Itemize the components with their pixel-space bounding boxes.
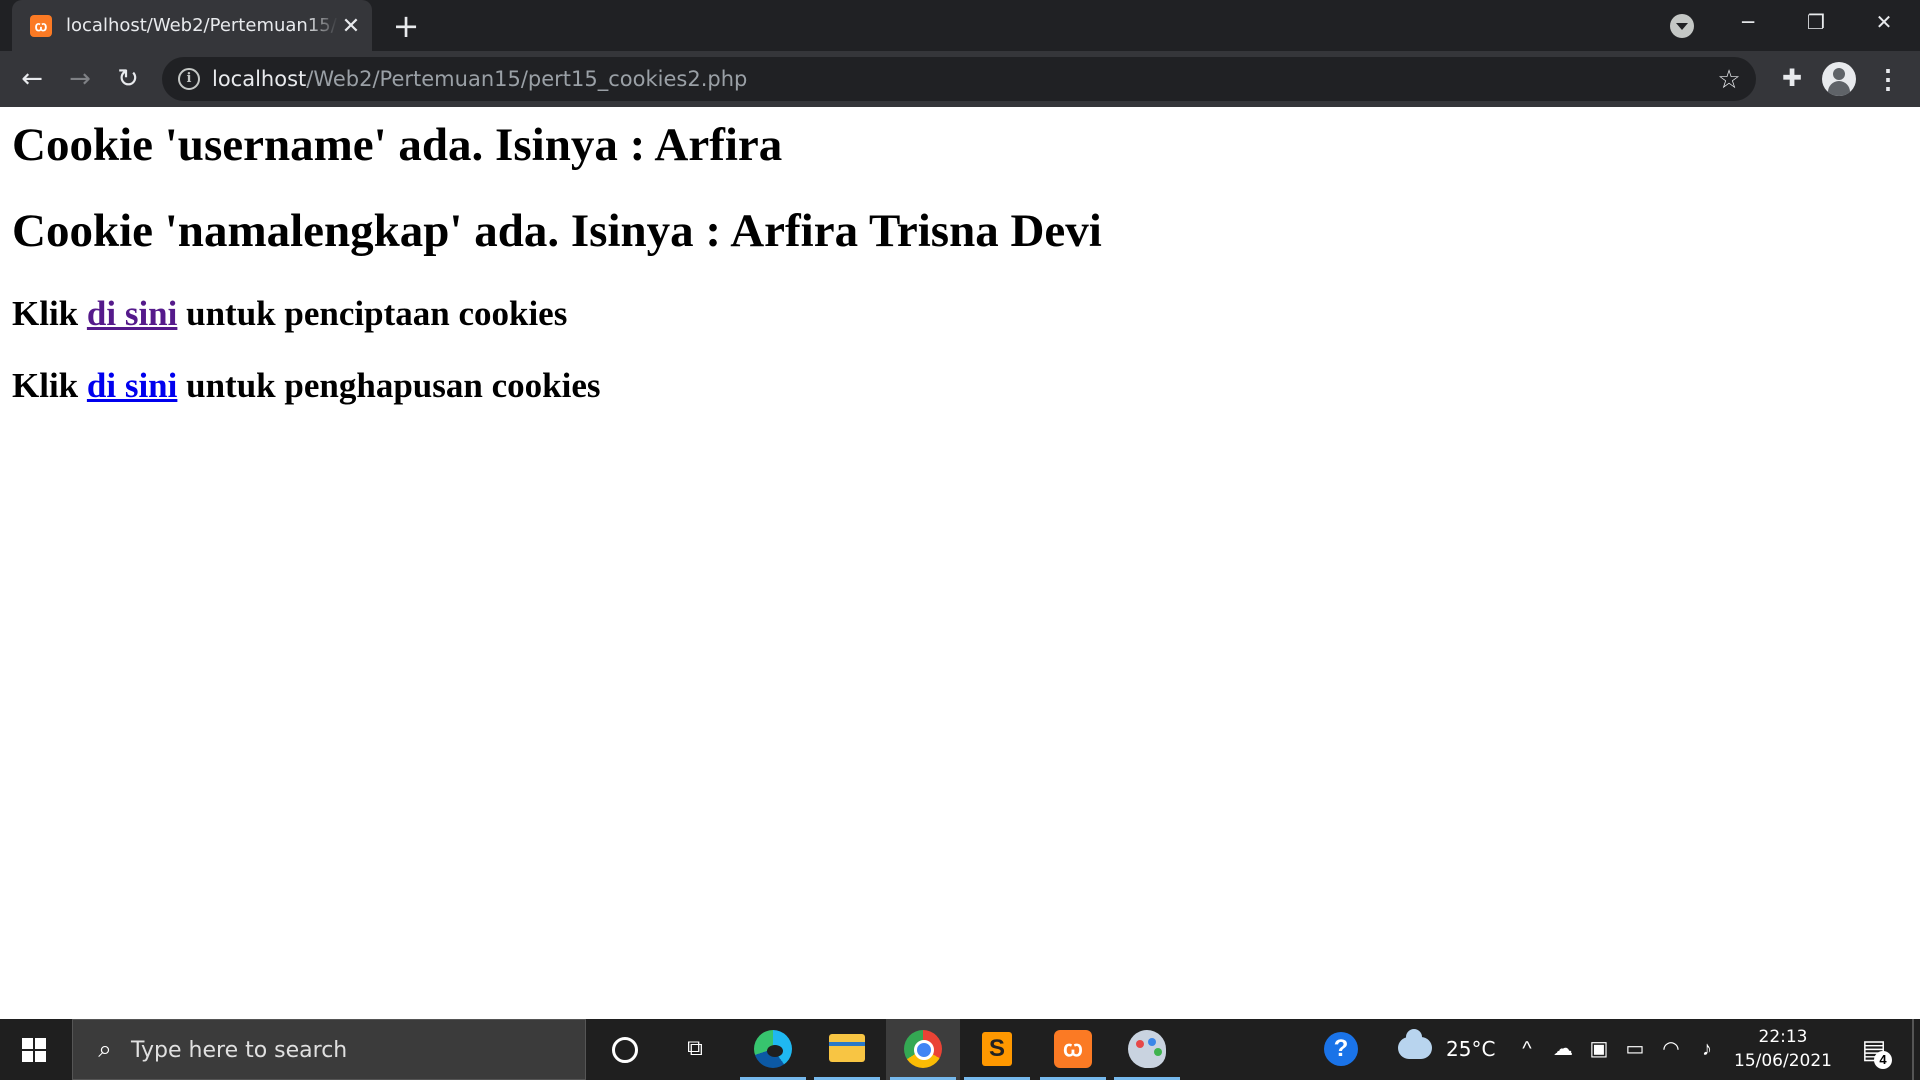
battery-icon[interactable]: ▭ [1620,1033,1650,1065]
file-explorer-icon[interactable] [810,1019,884,1080]
tab-search-icon[interactable] [1670,14,1694,38]
taskbar: ⌕ Type here to search ⧉ S ꞷ ? 25°C ^ ☁ ▣… [0,1019,1920,1080]
windows-start-icon[interactable] [14,1031,58,1069]
notification-count: 4 [1874,1051,1892,1069]
create-cookies-line: Klik di sini untuk penciptaan cookies [12,293,567,335]
xampp-icon[interactable]: ꞷ [1036,1019,1110,1080]
profile-avatar[interactable] [1822,62,1856,96]
show-desktop-button[interactable] [1912,1019,1914,1080]
info-icon[interactable]: i [178,68,200,90]
star-icon[interactable]: ☆ [1714,64,1744,94]
line1-suffix: untuk penciptaan cookies [177,294,568,333]
tab-strip: ꞷ localhost/Web2/Pertemuan15/pert15_cook… [0,0,1920,51]
back-arrow-icon[interactable]: ← [14,61,50,97]
line1-prefix: Klik [12,294,87,333]
close-window-button[interactable]: ✕ [1852,0,1916,44]
browser-toolbar: ← → ↻ i localhost/Web2/Pertemuan15/pert1… [0,51,1920,107]
page-content: Cookie 'username' ada. Isinya : Arfira C… [0,107,1920,1019]
search-icon: ⌕ [98,1036,112,1063]
chrome-icon[interactable] [886,1019,960,1080]
xampp-favicon-icon: ꞷ [30,15,52,37]
browser-tab-active[interactable]: ꞷ localhost/Web2/Pertemuan15/pert15_cook… [12,0,372,51]
onedrive-icon[interactable]: ☁ [1548,1033,1578,1065]
line2-prefix: Klik [12,366,87,405]
search-placeholder: Type here to search [131,1038,348,1063]
kebab-menu-icon[interactable]: ⋮ [1872,63,1904,95]
task-view-icon[interactable]: ⧉ [660,1019,734,1080]
create-cookies-link[interactable]: di sini [87,294,177,333]
weather-cloud-icon[interactable] [1398,1029,1432,1059]
new-tab-button[interactable]: + [390,10,422,42]
line2-suffix: untuk penghapusan cookies [177,366,601,405]
meet-now-icon[interactable]: ▣ [1584,1033,1614,1065]
tab-close-button[interactable]: ✕ [338,13,364,39]
minimize-button[interactable]: ─ [1716,0,1780,44]
chevron-up-icon[interactable]: ^ [1512,1033,1542,1065]
heading-namalengkap-cookie: Cookie 'namalengkap' ada. Isinya : Arfir… [12,205,1102,257]
cortana-icon[interactable] [586,1019,660,1080]
volume-icon[interactable]: ♪ [1692,1033,1722,1065]
paint-icon[interactable] [1110,1019,1184,1080]
address-bar[interactable]: i localhost/Web2/Pertemuan15/pert15_cook… [162,57,1756,101]
sublime-text-icon[interactable]: S [960,1019,1034,1080]
taskbar-search-box[interactable]: ⌕ Type here to search [72,1019,586,1080]
url-text[interactable]: localhost/Web2/Pertemuan15/pert15_cookie… [212,67,747,91]
wifi-icon[interactable]: ◠ [1656,1033,1686,1065]
restore-button[interactable]: ❐ [1784,0,1848,44]
delete-cookies-link[interactable]: di sini [87,366,177,405]
forward-arrow-icon[interactable]: → [62,61,98,97]
url-path: /Web2/Pertemuan15/pert15_cookies2.php [306,67,748,91]
tab-title: localhost/Web2/Pertemuan15/pert15_cookie… [66,15,338,36]
edge-icon[interactable] [736,1019,810,1080]
puzzle-extension-icon[interactable]: ✚ [1776,63,1808,95]
reload-icon[interactable]: ↻ [110,61,146,97]
clock-time: 22:13 [1758,1027,1808,1047]
clock-date: 15/06/2021 [1734,1051,1832,1071]
heading-username-cookie: Cookie 'username' ada. Isinya : Arfira [12,119,783,171]
url-host: localhost [212,67,307,91]
help-icon[interactable]: ? [1324,1032,1358,1066]
clock[interactable]: 22:13 15/06/2021 [1730,1025,1836,1073]
delete-cookies-line: Klik di sini untuk penghapusan cookies [12,365,600,407]
temperature[interactable]: 25°C [1446,1036,1495,1062]
